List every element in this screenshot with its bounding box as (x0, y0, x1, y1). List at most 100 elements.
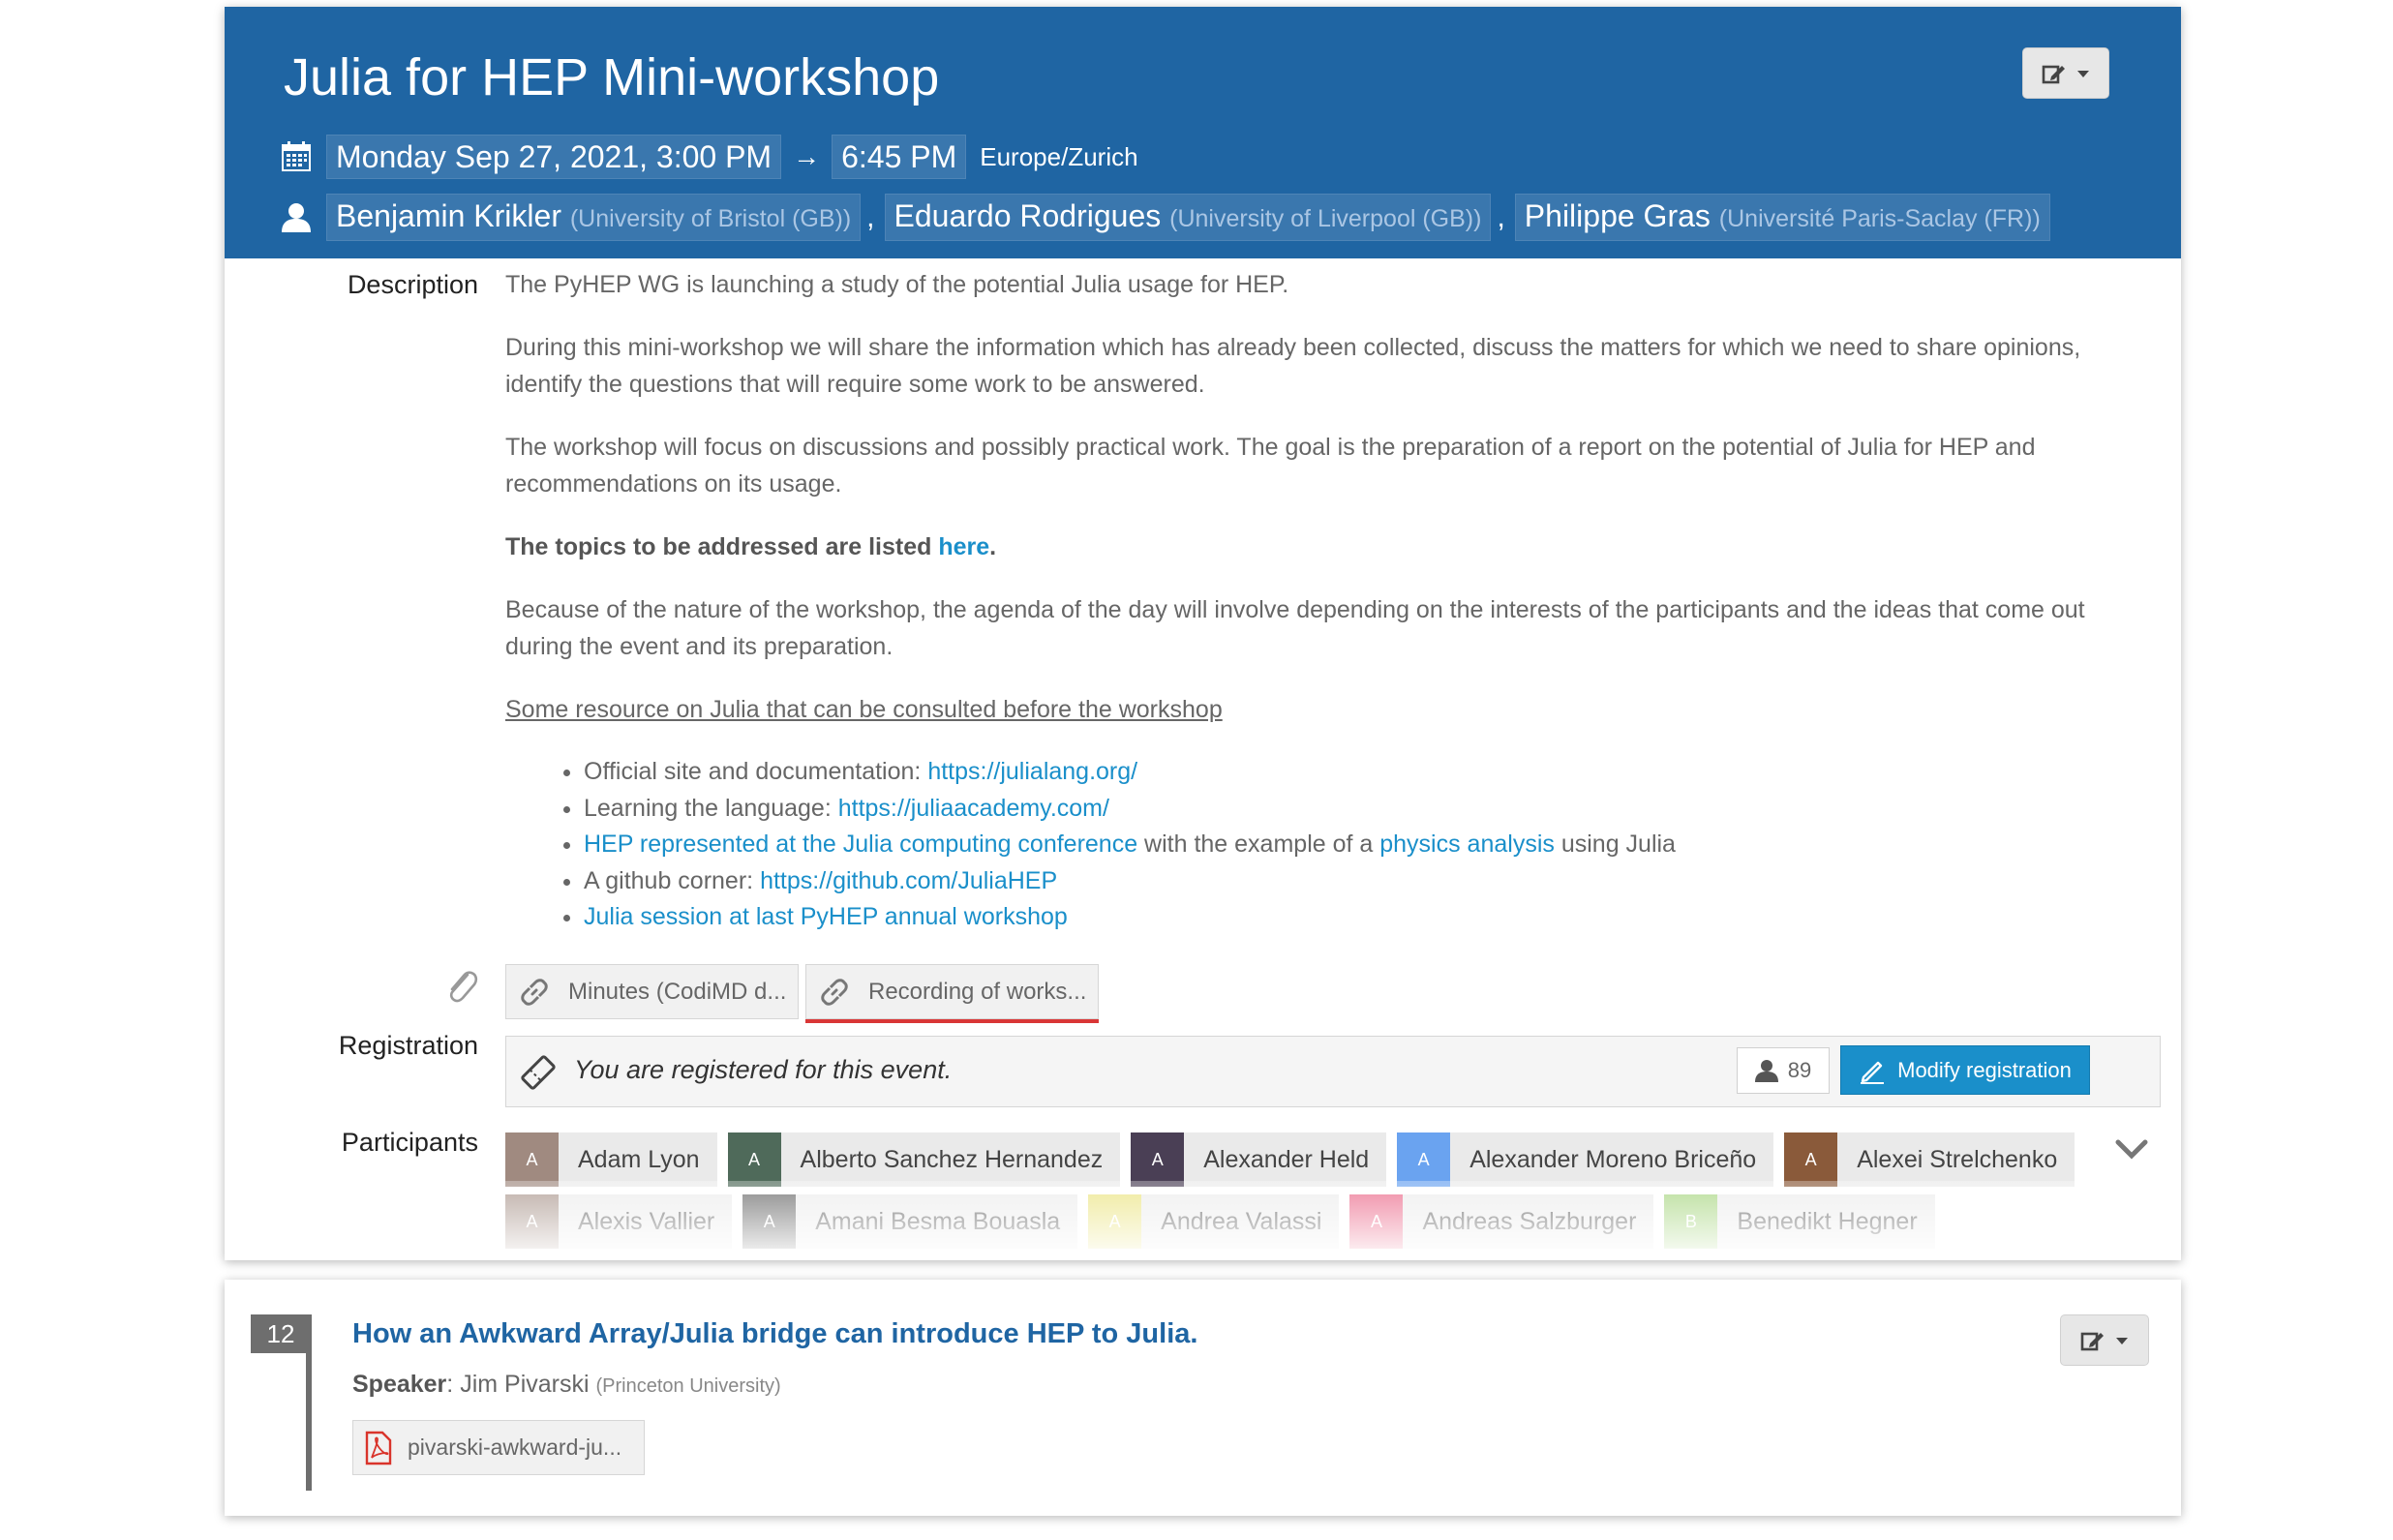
topics-text: The topics to be addressed are listed (505, 533, 939, 560)
description-label: Description (347, 270, 478, 299)
registration-status: You are registered for this event. (574, 1055, 953, 1084)
topics-end: . (989, 533, 997, 560)
resource-link[interactable]: https://github.com/JuliaHEP (760, 867, 1057, 894)
event-dates: Monday Sep 27, 2021, 3:00 PM → 6:45 PM E… (280, 135, 1138, 179)
participant-chip: A Alexander Held (1131, 1132, 1387, 1187)
resource-link[interactable]: physics analysis (1379, 830, 1555, 858)
contribution-manage-button[interactable] (2060, 1314, 2149, 1366)
chair-chip: Philippe Gras (Université Paris-Saclay (… (1514, 194, 2050, 241)
attachment-recording[interactable]: Recording of works... (805, 964, 1099, 1019)
resource-link[interactable]: Julia session at last PyHEP annual works… (584, 903, 1068, 930)
description-paragraph: During this mini-workshop we will share … (505, 334, 2081, 398)
chair-name: Philippe Gras (1524, 198, 1711, 233)
event-end-time: 6:45 PM (832, 135, 967, 179)
event-title: Julia for HEP Mini-workshop (284, 48, 940, 106)
participants-list: A Adam Lyon A Alberto Sanchez Hernandez A Ale… (505, 1132, 2141, 1260)
contribution-number: 12 (251, 1314, 311, 1353)
avatar: A (727, 1132, 781, 1187)
resource-text: using Julia (1554, 830, 1676, 858)
file-label: pivarski-awkward-ju... (408, 1434, 622, 1460)
pdf-icon (365, 1431, 392, 1465)
chair-chip: Benjamin Krikler (University of Bristol … (326, 194, 862, 241)
chair-name: Eduardo Rodrigues (894, 198, 1162, 233)
participant-name: Alexander Moreno Briceño (1469, 1145, 1757, 1173)
registration-box: You are registered for this event. 89 Mo… (505, 1036, 2161, 1107)
calendar-icon (280, 140, 313, 173)
contribution-file[interactable]: pivarski-awkward-ju... (352, 1420, 645, 1475)
resource-text: Learning the language: (584, 794, 838, 822)
contribution-speaker: Speaker: Jim Pivarski (Princeton Univers… (352, 1371, 781, 1399)
resource-text: A github corner: (584, 866, 761, 894)
event-card: Julia for HEP Mini-workshop Monday Sep 2… (225, 7, 2181, 1260)
chair-affiliation: (University of Bristol (GB)) (569, 205, 852, 232)
contribution-title[interactable]: How an Awkward Array/Julia bridge can in… (352, 1318, 1197, 1350)
resources-heading: Some resource on Julia that can be consu… (505, 696, 1223, 723)
resources-list: Official site and documentation: https:/… (505, 754, 2151, 936)
avatar: A (1131, 1132, 1185, 1187)
avatar: A (1784, 1132, 1838, 1187)
event-header: Julia for HEP Mini-workshop Monday Sep 2… (225, 7, 2181, 258)
list-item: Julia session at last PyHEP annual works… (584, 899, 2151, 936)
person-icon (280, 201, 313, 234)
speaker-name: Jim Pivarski (460, 1371, 590, 1398)
caret-down-icon (2077, 70, 2089, 77)
event-manage-button[interactable] (2022, 47, 2109, 99)
link-icon (821, 978, 848, 1006)
contribution-card: 12 How an Awkward Array/Julia bridge can… (225, 1280, 2181, 1516)
list-item: Official site and documentation: https:/… (584, 754, 2151, 791)
description-paragraph: The workshop will focus on discussions a… (505, 434, 2036, 498)
participant-name: Alexei Strelchenko (1857, 1145, 2058, 1173)
speaker-label: Speaker (352, 1371, 447, 1398)
edit-icon (2042, 65, 2065, 83)
event-description: The PyHEP WG is launching a study of the… (505, 266, 2151, 936)
avatar: A (505, 1132, 559, 1187)
link-icon (521, 978, 548, 1006)
chair-affiliation: (Université Paris-Saclay (FR)) (1718, 205, 2041, 232)
chevron-down-icon[interactable] (2114, 1134, 2149, 1163)
description-paragraph: Because of the nature of the workshop, t… (505, 596, 2085, 660)
resource-link[interactable]: https://juliaacademy.com/ (838, 795, 1109, 822)
avatar: A (1397, 1132, 1451, 1187)
participant-name: Adam Lyon (578, 1145, 700, 1173)
participants-label: Participants (341, 1128, 478, 1157)
event-start-date: Monday Sep 27, 2021, 3:00 PM (326, 135, 782, 179)
description-topics: The topics to be addressed are listed he… (505, 528, 2151, 565)
participant-name: Alberto Sanchez Hernandez (800, 1145, 1104, 1173)
person-icon (1754, 1060, 1778, 1082)
modify-registration-label: Modify registration (1897, 1057, 2072, 1082)
paperclip-icon (449, 971, 478, 1003)
caret-down-icon (2116, 1337, 2128, 1344)
date-arrow: → (793, 141, 821, 171)
speaker-sep: : (446, 1371, 461, 1398)
list-item: Learning the language: https://juliaacad… (584, 791, 2151, 828)
resource-link[interactable]: HEP represented at the Julia computing c… (584, 830, 1137, 858)
event-chairs: Benjamin Krikler (University of Bristol … (280, 194, 2050, 241)
participants-fade (505, 1181, 2141, 1260)
participant-chip: A Alexander Moreno Briceño (1397, 1132, 1774, 1187)
topics-link[interactable]: here (938, 533, 989, 560)
event-timezone: Europe/Zurich (980, 141, 1138, 171)
resource-text: Official site and documentation: (584, 758, 928, 785)
modify-registration-button[interactable]: Modify registration (1840, 1045, 2090, 1095)
pencil-icon (1861, 1061, 1885, 1084)
chair-chip: Eduardo Rodrigues (University of Liverpo… (884, 194, 1492, 241)
attachment-label: Minutes (CodiMD d... (568, 978, 787, 1005)
participant-chip: A Alexei Strelchenko (1784, 1132, 2075, 1187)
separator: , (1497, 200, 1505, 233)
description-paragraph: The PyHEP WG is launching a study of the… (505, 271, 1289, 298)
registration-label: Registration (338, 1031, 478, 1060)
attachment-minutes[interactable]: Minutes (CodiMD d... (505, 964, 799, 1019)
chair-name: Benjamin Krikler (336, 198, 561, 233)
registrant-count[interactable]: 89 (1737, 1047, 1830, 1094)
list-item: HEP represented at the Julia computing c… (584, 827, 2151, 863)
separator: , (866, 200, 875, 233)
resource-link[interactable]: https://julialang.org/ (927, 758, 1137, 785)
registrant-count-value: 89 (1787, 1058, 1812, 1082)
speaker-affiliation: (Princeton University) (595, 1375, 781, 1397)
chair-affiliation: (University of Liverpool (GB)) (1169, 205, 1482, 232)
attachment-label: Recording of works... (868, 978, 1087, 1005)
attachment-highlight (805, 1019, 1099, 1023)
participant-name: Alexander Held (1203, 1145, 1370, 1173)
edit-icon (2080, 1332, 2104, 1350)
resource-text: with the example of a (1137, 830, 1380, 858)
